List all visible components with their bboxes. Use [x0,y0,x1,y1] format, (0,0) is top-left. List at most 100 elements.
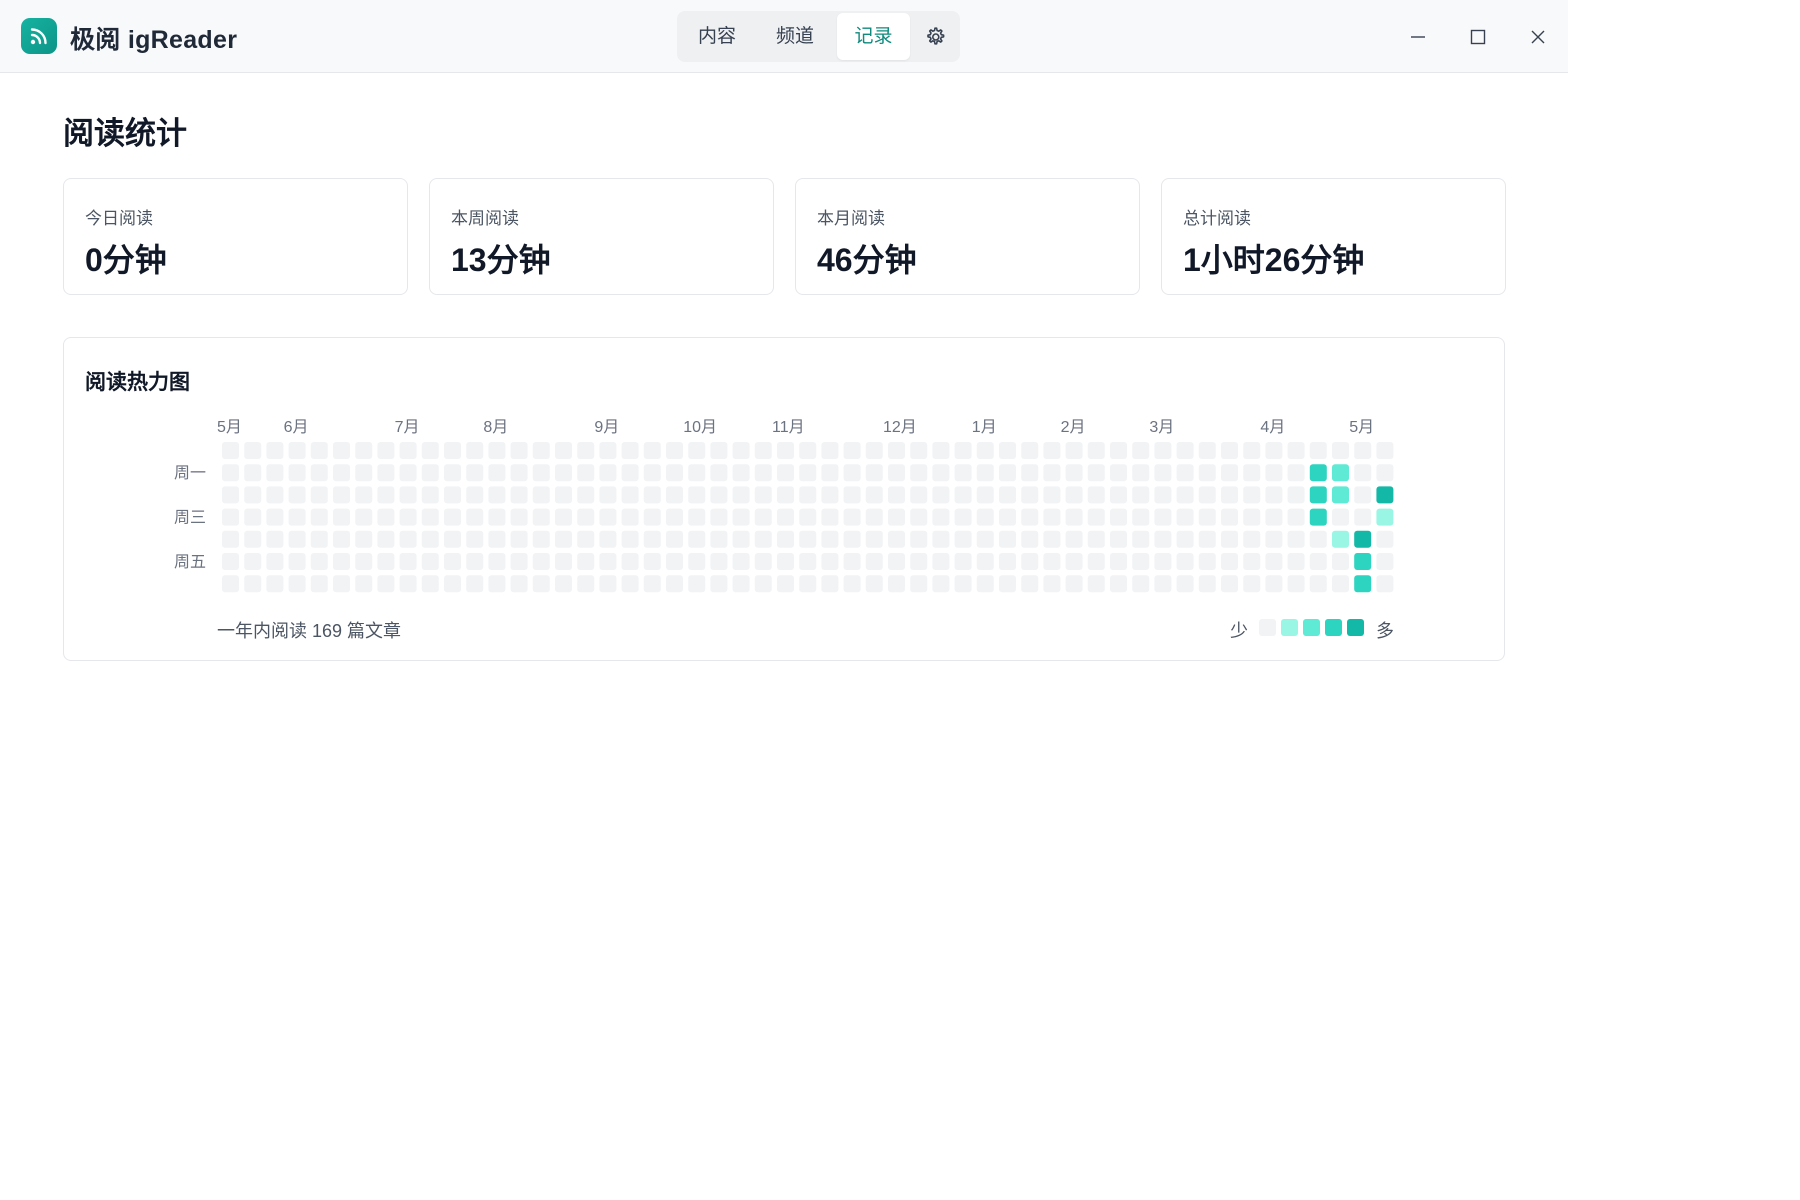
heatmap-cell[interactable] [954,530,972,548]
heatmap-cell[interactable] [444,464,461,482]
heatmap-cell[interactable] [1132,575,1150,593]
heatmap-cell[interactable] [1065,464,1083,482]
heatmap-cell[interactable] [444,575,461,593]
heatmap-cell[interactable] [954,575,972,593]
heatmap-cell[interactable] [865,553,883,570]
heatmap-cell[interactable] [688,508,706,526]
heatmap-cell[interactable] [1287,530,1305,548]
heatmap-cell[interactable] [821,508,839,526]
heatmap-cell[interactable] [266,508,284,526]
heatmap-cell[interactable] [377,553,395,570]
heatmap-cell[interactable] [1243,486,1261,504]
heatmap-cell[interactable] [1021,553,1039,570]
heatmap-cell[interactable] [666,486,683,504]
heatmap-cell[interactable] [643,486,661,504]
heatmap-cell[interactable] [222,553,239,570]
heatmap-cell[interactable] [976,575,994,593]
heatmap-cell[interactable] [310,464,328,482]
heatmap-cell[interactable] [488,508,506,526]
heatmap-cell[interactable] [910,508,928,526]
heatmap-cell[interactable] [244,530,262,548]
heatmap-cell[interactable] [510,530,528,548]
heatmap-cell[interactable] [532,486,550,504]
heatmap-cell[interactable] [266,442,284,459]
heatmap-cell[interactable] [732,508,750,526]
heatmap-cell[interactable] [1110,575,1127,593]
heatmap-cell[interactable] [1132,508,1150,526]
heatmap-cell[interactable] [466,486,484,504]
heatmap-cell[interactable] [1376,575,1394,593]
heatmap-cell[interactable] [310,553,328,570]
heatmap-cell[interactable] [1376,530,1394,548]
minimize-icon[interactable] [1401,20,1435,54]
heatmap-cell[interactable] [688,442,706,459]
heatmap-cell[interactable] [466,530,484,548]
heatmap-cell[interactable] [1087,553,1105,570]
heatmap-cell[interactable] [843,530,861,548]
heatmap-cell[interactable] [510,464,528,482]
heatmap-cell[interactable] [1265,486,1283,504]
heatmap-cell[interactable] [843,508,861,526]
heatmap-cell[interactable] [777,464,794,482]
heatmap-cell[interactable] [1221,486,1238,504]
heatmap-cell[interactable] [843,464,861,482]
heatmap-cell[interactable] [1243,575,1261,593]
heatmap-cell[interactable] [1021,575,1039,593]
heatmap-cell[interactable] [1309,486,1327,504]
heatmap-cell[interactable] [999,530,1016,548]
heatmap-cell[interactable] [1043,553,1061,570]
heatmap-cell[interactable] [1354,486,1372,504]
heatmap-cell[interactable] [510,575,528,593]
heatmap-cell[interactable] [732,486,750,504]
heatmap-cell[interactable] [976,508,994,526]
heatmap-cell[interactable] [888,553,905,570]
heatmap-cell[interactable] [266,530,284,548]
heatmap-cell[interactable] [1243,530,1261,548]
heatmap-cell[interactable] [599,575,617,593]
heatmap-cell[interactable] [710,575,728,593]
heatmap-cell[interactable] [688,530,706,548]
heatmap-cell[interactable] [1265,575,1283,593]
heatmap-cell[interactable] [399,486,417,504]
heatmap-cell[interactable] [1198,530,1216,548]
heatmap-cell[interactable] [666,553,683,570]
heatmap-cell[interactable] [754,464,772,482]
heatmap-cell[interactable] [888,464,905,482]
heatmap-cell[interactable] [1354,442,1372,459]
heatmap-cell[interactable] [777,486,794,504]
heatmap-cell[interactable] [444,553,461,570]
heatmap-cell[interactable] [333,553,350,570]
heatmap-cell[interactable] [1309,442,1327,459]
heatmap-cell[interactable] [1354,530,1372,548]
heatmap-cell[interactable] [1198,575,1216,593]
heatmap-cell[interactable] [999,464,1016,482]
heatmap-cell[interactable] [1154,508,1172,526]
heatmap-cell[interactable] [510,508,528,526]
heatmap-cell[interactable] [1021,530,1039,548]
heatmap-cell[interactable] [799,486,817,504]
heatmap-cell[interactable] [1176,464,1194,482]
heatmap-cell[interactable] [954,464,972,482]
heatmap-cell[interactable] [1087,508,1105,526]
heatmap-cell[interactable] [421,508,439,526]
heatmap-cell[interactable] [732,575,750,593]
heatmap-cell[interactable] [599,464,617,482]
heatmap-cell[interactable] [976,530,994,548]
heatmap-cell[interactable] [1110,442,1127,459]
heatmap-cell[interactable] [710,508,728,526]
heatmap-cell[interactable] [843,486,861,504]
heatmap-cell[interactable] [488,442,506,459]
heatmap-cell[interactable] [1043,486,1061,504]
heatmap-cell[interactable] [688,553,706,570]
heatmap-cell[interactable] [932,464,950,482]
heatmap-cell[interactable] [910,464,928,482]
heatmap-cell[interactable] [976,486,994,504]
heatmap-cell[interactable] [777,508,794,526]
heatmap-cell[interactable] [466,508,484,526]
heatmap-cell[interactable] [1154,442,1172,459]
heatmap-cell[interactable] [976,553,994,570]
heatmap-cell[interactable] [1110,464,1127,482]
heatmap-cell[interactable] [244,508,262,526]
heatmap-cell[interactable] [843,442,861,459]
heatmap-cell[interactable] [954,486,972,504]
